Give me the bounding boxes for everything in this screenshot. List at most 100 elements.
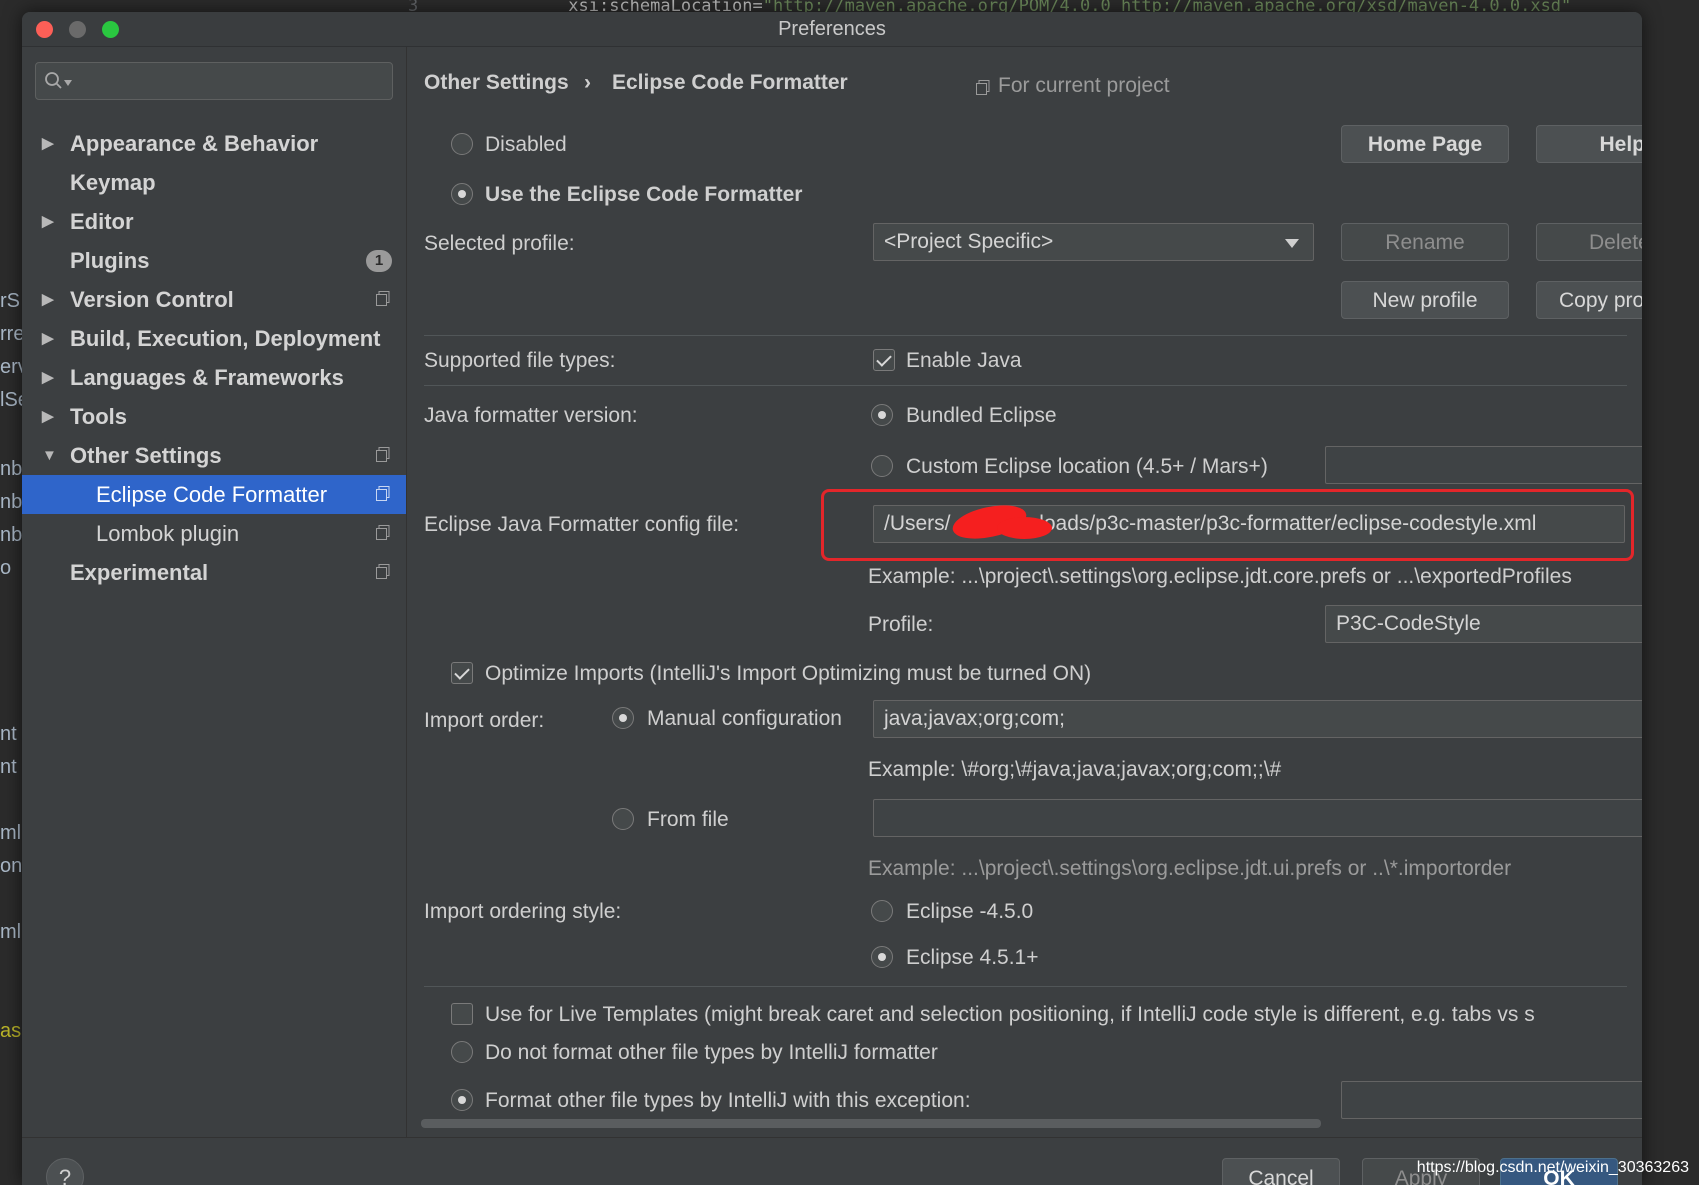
import-order-file-input[interactable]: [873, 799, 1642, 837]
breadcrumb-parent[interactable]: Other Settings: [424, 71, 569, 95]
sidebar-item-label: Appearance & Behavior: [70, 131, 319, 156]
sidebar-item-languages[interactable]: ▶ Languages & Frameworks: [22, 358, 406, 397]
sidebar-item-label: Experimental: [70, 560, 209, 585]
new-profile-button[interactable]: New profile: [1341, 281, 1509, 319]
manual-configuration-label: Manual configuration: [647, 707, 842, 730]
editor-fragment: nbe: [0, 458, 22, 480]
sidebar-item-appearance[interactable]: ▶ Appearance & Behavior: [22, 124, 406, 163]
delete-button[interactable]: Delete: [1536, 223, 1642, 261]
profile-input[interactable]: P3C-CodeStyle: [1325, 605, 1642, 643]
sidebar-item-lombok-plugin[interactable]: Lombok plugin: [22, 514, 406, 553]
project-scope-icon: [376, 564, 390, 579]
sidebar-item-other-settings[interactable]: ▼ Other Settings: [22, 436, 406, 475]
project-scope-icon: [376, 525, 390, 540]
custom-eclipse-location-label: Custom Eclipse location (4.5+ / Mars+): [906, 455, 1268, 478]
sidebar-item-editor[interactable]: ▶ Editor: [22, 202, 406, 241]
editor-fragment: lSe: [0, 389, 22, 411]
import-order-example: Example: \#org;\#java;java;javax;org;com…: [868, 758, 1282, 781]
expand-arrow-icon[interactable]: ▶: [42, 124, 54, 163]
sidebar-item-label: Tools: [70, 404, 128, 429]
sidebar-item-label: Languages & Frameworks: [70, 365, 344, 390]
from-file-label: From file: [647, 808, 729, 831]
sidebar-item-eclipse-code-formatter[interactable]: Eclipse Code Formatter: [22, 475, 406, 514]
minimize-window-button[interactable]: [69, 21, 86, 38]
format-exception-input[interactable]: [1341, 1081, 1642, 1119]
close-window-button[interactable]: [36, 21, 53, 38]
expand-arrow-icon[interactable]: ▶: [42, 319, 54, 358]
maximize-window-button[interactable]: [102, 21, 119, 38]
from-file-example: Example: ...\project\.settings\org.eclip…: [868, 857, 1512, 880]
sidebar-item-label: Other Settings: [70, 443, 222, 468]
import-order-label: Import order:: [424, 709, 545, 732]
expand-arrow-icon[interactable]: ▶: [42, 202, 54, 241]
editor-fragment: ml: [0, 822, 22, 844]
sidebar-item-label: Editor: [70, 209, 134, 234]
editor-fragment: erv: [0, 356, 22, 378]
help-button[interactable]: Help: [1536, 125, 1642, 163]
sidebar-item-keymap[interactable]: Keymap: [22, 163, 406, 202]
settings-sidebar: ▶ Appearance & Behavior Keymap ▶ Editor …: [22, 47, 407, 1137]
import-order-input[interactable]: java;javax;org;com;: [873, 700, 1642, 738]
eclipse-new-style-label: Eclipse 4.5.1+: [906, 946, 1039, 969]
disabled-label: Disabled: [485, 133, 567, 156]
selected-profile-label: Selected profile:: [424, 232, 575, 255]
live-templates-checkbox[interactable]: [451, 1003, 473, 1025]
manual-configuration-radio[interactable]: [612, 707, 634, 729]
sidebar-item-experimental[interactable]: Experimental: [22, 553, 406, 592]
chevron-down-icon: [1285, 239, 1299, 248]
enable-java-label: Enable Java: [906, 349, 1022, 372]
sidebar-item-version-control[interactable]: ▶ Version Control: [22, 280, 406, 319]
editor-fragment: nt: [0, 723, 17, 745]
rename-button[interactable]: Rename: [1341, 223, 1509, 261]
from-file-radio[interactable]: [612, 808, 634, 830]
search-icon: [45, 72, 62, 89]
eclipse-new-style-radio[interactable]: [871, 946, 893, 968]
page-title: Eclipse Code Formatter: [612, 71, 848, 94]
expand-arrow-icon[interactable]: ▶: [42, 358, 54, 397]
editor-fragment: rS: [0, 290, 20, 312]
format-other-types-radio[interactable]: [451, 1089, 473, 1111]
settings-search-input[interactable]: [35, 62, 393, 100]
divider: [424, 986, 1627, 987]
copy-profile-button[interactable]: Copy profile: [1536, 281, 1642, 319]
settings-content: Other Settings › Eclipse Code Formatter …: [407, 47, 1642, 1137]
disabled-radio[interactable]: [451, 133, 473, 155]
editor-fragment: ml: [0, 921, 22, 943]
breadcrumb-separator: ›: [584, 71, 591, 94]
editor-fragment: on: [0, 855, 22, 877]
collapse-arrow-icon[interactable]: ▼: [42, 436, 57, 475]
enable-java-checkbox[interactable]: [873, 349, 895, 371]
sidebar-item-label: Eclipse Code Formatter: [96, 482, 328, 507]
bundled-eclipse-radio[interactable]: [871, 404, 893, 426]
use-eclipse-formatter-radio[interactable]: [451, 183, 473, 205]
sidebar-item-label: Build, Execution, Deployment: [70, 326, 381, 351]
redaction-scribble: [997, 517, 1052, 539]
plugins-update-badge: 1: [366, 250, 392, 272]
custom-eclipse-location-input[interactable]: [1325, 446, 1642, 484]
optimize-imports-checkbox[interactable]: [451, 662, 473, 684]
expand-arrow-icon[interactable]: ▶: [42, 280, 54, 319]
project-scope-icon: [376, 447, 390, 462]
expand-arrow-icon[interactable]: ▶: [42, 397, 54, 436]
bundled-eclipse-label: Bundled Eclipse: [906, 404, 1057, 427]
sidebar-item-plugins[interactable]: Plugins 1: [22, 241, 406, 280]
home-page-button[interactable]: Home Page: [1341, 125, 1509, 163]
sidebar-item-label: Keymap: [70, 170, 156, 195]
eclipse-old-style-radio[interactable]: [871, 900, 893, 922]
editor-fragment: o: [0, 557, 12, 579]
do-not-format-radio[interactable]: [451, 1041, 473, 1063]
format-other-types-label: Format other file types by IntelliJ with…: [485, 1089, 971, 1112]
title-bar[interactable]: Preferences: [22, 12, 1642, 47]
watermark-url: https://blog.csdn.net/weixin_30363263: [1416, 1159, 1689, 1176]
horizontal-scrollbar[interactable]: [421, 1119, 1321, 1128]
java-formatter-version-label: Java formatter version:: [424, 404, 638, 427]
eclipse-old-style-label: Eclipse -4.5.0: [906, 900, 1034, 923]
cancel-button[interactable]: Cancel: [1222, 1158, 1340, 1185]
dialog-footer: ? Cancel Apply OK: [22, 1137, 1642, 1185]
custom-eclipse-location-radio[interactable]: [871, 455, 893, 477]
sidebar-item-label: Version Control: [70, 287, 234, 312]
help-icon[interactable]: ?: [46, 1158, 84, 1185]
sidebar-item-build-execution[interactable]: ▶ Build, Execution, Deployment: [22, 319, 406, 358]
sidebar-item-tools[interactable]: ▶ Tools: [22, 397, 406, 436]
profile-select[interactable]: <Project Specific>: [873, 223, 1314, 261]
